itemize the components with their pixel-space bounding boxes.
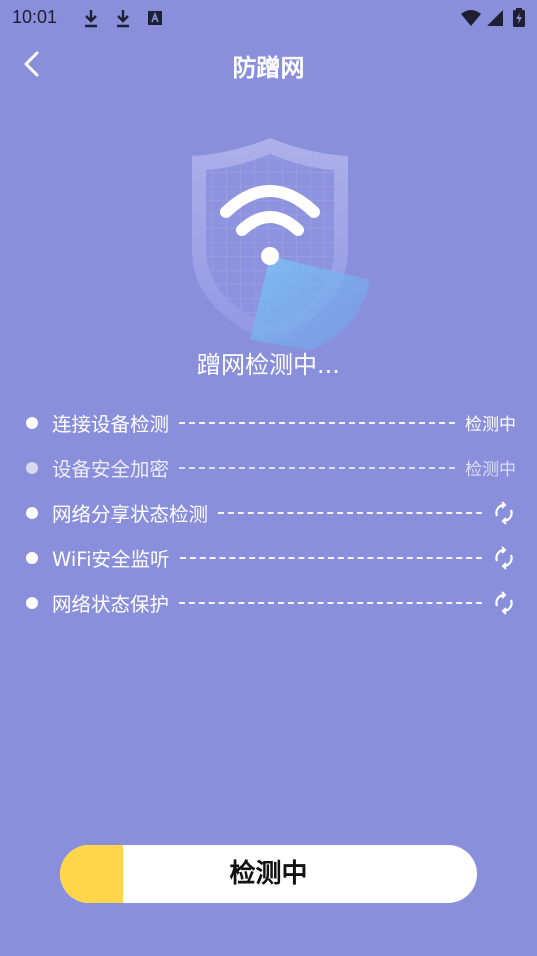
check-item-status: 检测中 [465, 415, 516, 435]
app-header: 防蹭网 [0, 36, 537, 92]
check-item-label: 设备安全加密 [52, 458, 170, 481]
dashed-divider [218, 511, 482, 514]
scan-status-title: 蹭网检测中... [197, 351, 340, 379]
list-item: 连接设备检测 检测中 [26, 400, 516, 445]
dashed-divider [179, 556, 482, 559]
page-title: 防蹭网 [232, 54, 305, 82]
dashed-divider [179, 421, 455, 424]
shield-wifi-illustration [170, 130, 370, 350]
bullet-dot [26, 596, 38, 609]
list-item: 网络状态保护 [26, 580, 516, 625]
status-bar: 10:01 [0, 0, 537, 36]
dashed-divider [179, 466, 455, 469]
list-item: 网络分享状态检测 [26, 490, 516, 535]
refresh-spinner-icon [495, 590, 513, 615]
check-item-label: 连接设备检测 [52, 413, 170, 436]
check-item-status: 检测中 [465, 460, 516, 480]
shield-icon [192, 138, 370, 350]
detect-button-label: 检测中 [229, 859, 308, 889]
status-time: 10:01 [12, 7, 58, 27]
refresh-spinner-icon [495, 500, 513, 525]
dashed-divider [179, 601, 482, 604]
bullet-dot [26, 416, 38, 429]
bullet-dot [26, 551, 38, 564]
download-icon [85, 10, 97, 28]
list-item: 设备安全加密 检测中 [26, 445, 516, 490]
refresh-spinner-icon [495, 545, 513, 570]
check-item-label: 网络状态保护 [52, 593, 170, 616]
battery-icon [513, 8, 525, 27]
list-item: WiFi安全监听 [26, 535, 516, 580]
bullet-dot [26, 461, 38, 474]
bullet-dot [26, 506, 38, 519]
a-icon [148, 11, 162, 25]
check-list: 连接设备检测 检测中 设备安全加密 检测中 网络分享状态检测 WiFi安全监听 … [26, 400, 516, 625]
download-icon [117, 10, 129, 28]
check-item-label: 网络分享状态检测 [52, 503, 209, 526]
detect-progress-button[interactable]: 检测中 [60, 845, 477, 903]
check-item-label: WiFi安全监听 [52, 548, 170, 571]
signal-icon [487, 10, 503, 26]
wifi-icon [461, 10, 481, 26]
